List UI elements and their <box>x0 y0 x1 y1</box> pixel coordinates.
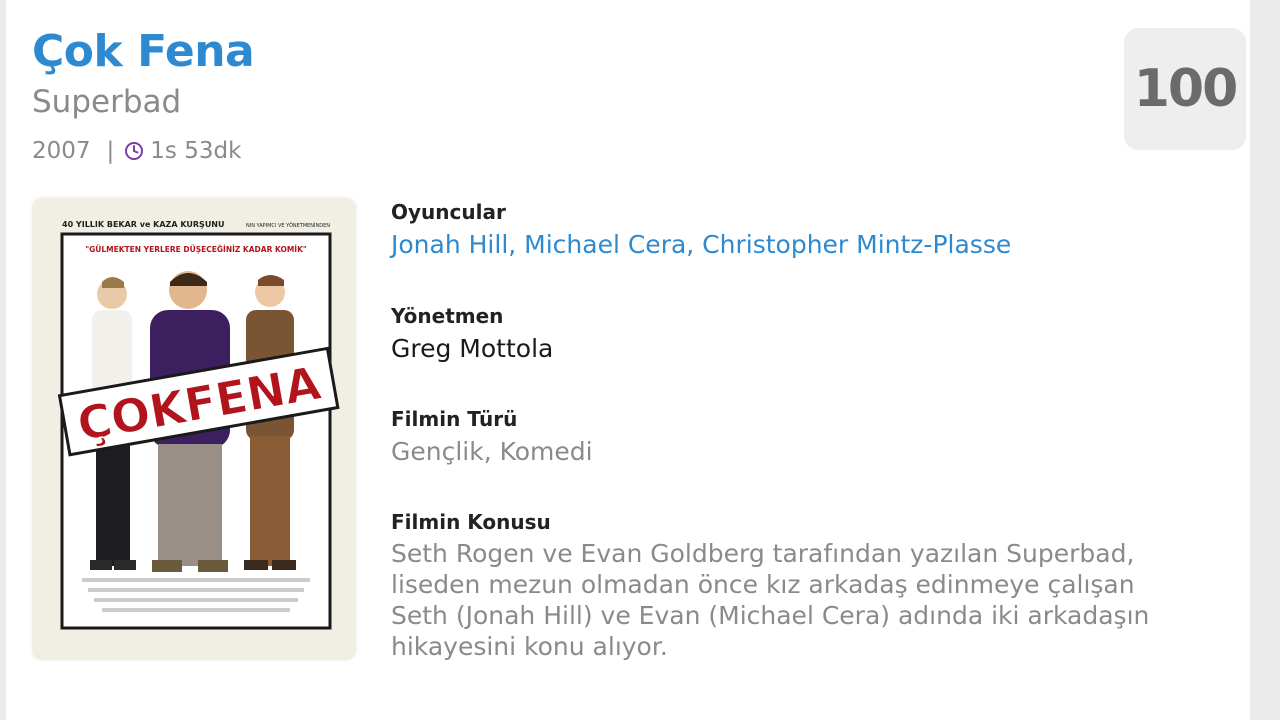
director-name: Greg Mottola <box>391 334 554 363</box>
release-year: 2007 <box>32 138 91 164</box>
poster-quote: "GÜLMEKTEN YERLERE DÜŞECEĞİNİZ KADAR KOM… <box>85 245 307 254</box>
genre-value: Gençlik, Komedi <box>391 437 593 466</box>
plot-section: Filmin Konusu Seth Rogen ve Evan Goldber… <box>391 510 1149 662</box>
cast-section: Oyuncular Jonah Hill, Michael Cera, Chri… <box>391 200 1231 259</box>
movie-poster[interactable]: 40 YILLIK BEKAR ve KAZA KURŞUNU NIN YAPI… <box>32 198 356 660</box>
movie-meta: 2007 | 1s 53dk <box>32 138 241 164</box>
plot-line: liseden mezun olmadan önce kız arkadaş e… <box>391 570 1135 599</box>
duration: 1s 53dk <box>150 138 242 164</box>
plot-line: Seth Rogen ve Evan Goldberg tarafından y… <box>391 539 1135 568</box>
director-section: Yönetmen Greg Mottola <box>391 304 553 363</box>
score-badge: 100 <box>1124 28 1246 150</box>
cast-links[interactable]: Jonah Hill, Michael Cera, Christopher Mi… <box>391 230 1231 259</box>
cast-label: Oyuncular <box>391 200 506 224</box>
poster-tagline: 40 YILLIK BEKAR ve KAZA KURŞUNU <box>62 220 225 229</box>
director-label: Yönetmen <box>391 304 504 328</box>
genre-section: Filmin Türü Gençlik, Komedi <box>391 407 593 466</box>
clock-icon <box>125 142 144 160</box>
genre-label: Filmin Türü <box>391 407 518 431</box>
plot-line: Seth (Jonah Hill) ve Evan (Michael Cera)… <box>391 601 1150 630</box>
poster-image: 40 YILLIK BEKAR ve KAZA KURŞUNU NIN YAPI… <box>32 198 356 660</box>
movie-details: Oyuncular Jonah Hill, Michael Cera, Chri… <box>391 200 1231 661</box>
plot-text: Seth Rogen ve Evan Goldberg tarafından y… <box>391 538 1149 662</box>
meta-separator: | <box>106 138 115 164</box>
original-title: Superbad <box>32 84 182 120</box>
plot-line: hikayesini konu alıyor. <box>391 632 668 661</box>
plot-label: Filmin Konusu <box>391 510 551 534</box>
movie-card: Çok Fena Superbad 2007 | 1s 53dk 100 40 … <box>6 0 1250 720</box>
movie-title[interactable]: Çok Fena <box>32 26 255 77</box>
poster-tagline-right: NIN YAPIMCI VE YÖNETMENİNDEN <box>246 222 330 229</box>
